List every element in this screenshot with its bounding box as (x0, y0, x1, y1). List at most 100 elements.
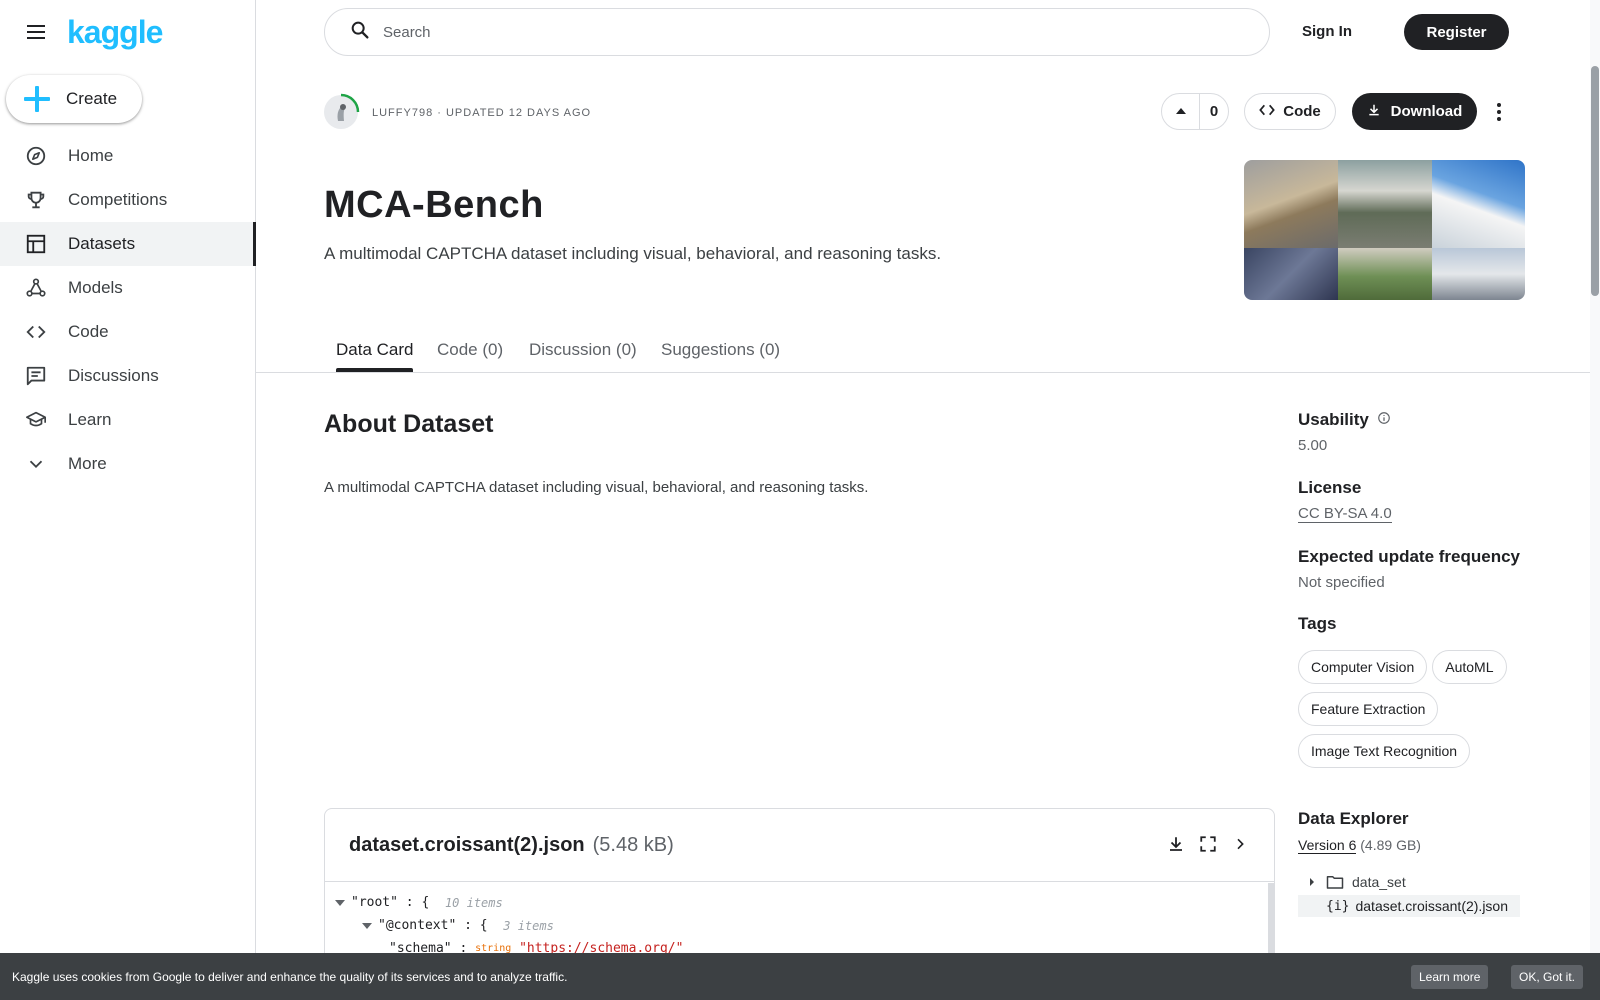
dataset-byline: LUFFY798 · UPDATED 12 DAYS AGO (372, 107, 592, 119)
menu-icon[interactable] (24, 20, 48, 44)
frequency-section: Expected update frequency Not specified (1298, 547, 1528, 591)
data-explorer-heading: Data Explorer (1298, 809, 1409, 828)
sidebar-item-discussions[interactable]: Discussions (0, 354, 256, 398)
file-size: (5.48 kB) (592, 833, 674, 856)
upvote-widget: 0 (1161, 93, 1229, 130)
active-tab-indicator (336, 368, 413, 372)
file-name: dataset.croissant(2).json (349, 833, 585, 856)
json-tree: "root" : { 10 items "@context" : { 3 ite… (335, 891, 683, 960)
table-icon (24, 232, 48, 256)
tab-suggestions[interactable]: Suggestions (0) (661, 340, 780, 360)
tab-bar: Data Card Code (0) Discussion (0) Sugges… (256, 330, 1590, 373)
sidebar-item-more[interactable]: More (0, 442, 256, 486)
kaggle-logo[interactable]: kaggle (67, 16, 163, 48)
file-viewer-actions (1166, 833, 1250, 855)
page-scrollbar[interactable] (1590, 0, 1600, 1000)
about-heading: About Dataset (324, 410, 494, 438)
folder-icon (1326, 874, 1344, 890)
code-icon (1259, 103, 1276, 121)
cookie-text: Kaggle uses cookies from Google to deliv… (12, 969, 568, 984)
sidebar-item-models[interactable]: Models (0, 266, 256, 310)
sidebar-item-competitions[interactable]: Competitions (0, 178, 256, 222)
sidebar-item-label: Discussions (68, 366, 159, 385)
search-input[interactable] (383, 23, 1183, 41)
download-button[interactable]: Download (1352, 93, 1477, 130)
sidebar-item-code[interactable]: Code (0, 310, 256, 354)
frequency-label: Expected update frequency (1298, 547, 1521, 566)
tag-chip[interactable]: Computer Vision (1298, 650, 1428, 684)
caret-down-icon[interactable] (335, 899, 345, 906)
tree-item-file[interactable]: {i} dataset.croissant(2).json (1298, 895, 1520, 917)
tab-data-card[interactable]: Data Card (336, 340, 413, 360)
tags-label: Tags (1298, 614, 1337, 633)
tree-item-folder[interactable]: data_set (1298, 871, 1520, 893)
compass-icon (24, 144, 48, 168)
search-icon (349, 19, 371, 46)
sidebar-item-learn[interactable]: Learn (0, 398, 256, 442)
usability-section: Usability 5.00 (1298, 410, 1528, 454)
file-viewer-header: dataset.croissant(2).json (5.48 kB) (325, 809, 1274, 882)
search-bar[interactable] (324, 8, 1270, 56)
caret-down-icon[interactable] (362, 922, 372, 929)
version-size: (4.89 GB) (1360, 837, 1421, 853)
brand: kaggle (24, 16, 163, 48)
page-scrollbar-thumb[interactable] (1591, 66, 1599, 296)
sidebar-item-datasets[interactable]: Datasets (0, 222, 256, 266)
dataset-cover-image (1244, 160, 1525, 300)
tab-code[interactable]: Code (0) (437, 340, 503, 360)
license-link[interactable]: CC BY-SA 4.0 (1298, 505, 1392, 523)
code-button[interactable]: Code (1244, 93, 1336, 130)
code-button-label: Code (1283, 103, 1321, 120)
cookie-banner: Kaggle uses cookies from Google to deliv… (0, 953, 1600, 1000)
info-icon[interactable] (1377, 410, 1391, 430)
tab-discussion[interactable]: Discussion (0) (529, 340, 637, 360)
usability-value: 5.00 (1298, 437, 1328, 454)
create-label: Create (66, 89, 118, 108)
usability-label: Usability (1298, 410, 1369, 429)
models-icon (24, 276, 48, 300)
json-line[interactable]: "@context" : { 3 items (335, 914, 683, 937)
upvote-count: 0 (1209, 103, 1219, 120)
caret-right-icon[interactable] (1302, 877, 1322, 887)
learn-more-button[interactable]: Learn more (1411, 965, 1489, 989)
tag-chip[interactable]: Feature Extraction (1298, 692, 1439, 726)
json-line[interactable]: "root" : { 10 items (335, 891, 683, 914)
school-icon (24, 408, 48, 432)
more-options-icon[interactable] (1493, 97, 1505, 127)
tag-chip[interactable]: AutoML (1432, 650, 1507, 684)
about-body: A multimodal CAPTCHA dataset including v… (324, 479, 869, 496)
tag-chip[interactable]: Image Text Recognition (1298, 734, 1471, 768)
sidebar-item-label: More (68, 454, 107, 473)
version-link[interactable]: Version 6 (1298, 837, 1357, 854)
trophy-icon (24, 188, 48, 212)
download-icon[interactable] (1166, 833, 1186, 855)
json-icon: {i} (1326, 898, 1350, 914)
cookie-ok-button[interactable]: OK, Got it. (1511, 965, 1584, 989)
sidebar-item-label: Datasets (68, 234, 136, 253)
sidebar-item-label: Learn (68, 410, 112, 429)
comments-icon (24, 364, 48, 388)
tag-list: Computer Vision AutoML Feature Extraction I… (1298, 650, 1538, 776)
page-title: MCA-Bench (324, 184, 544, 226)
sidebar: kaggle Create Home Competitions Datasets (0, 0, 256, 1000)
sidebar-nav: Home Competitions Datasets Models Code D… (0, 134, 256, 486)
license-label: License (1298, 478, 1362, 497)
download-icon (1367, 103, 1381, 121)
chevron-right-icon[interactable] (1230, 833, 1250, 855)
sidebar-item-home[interactable]: Home (0, 134, 256, 178)
caret-up-icon (1175, 103, 1187, 121)
sidebar-item-label: Code (68, 322, 109, 341)
tree-item-label: dataset.croissant(2).json (1355, 898, 1509, 914)
data-explorer-version: Version 6 (4.89 GB) (1298, 837, 1421, 854)
tree-item-label: data_set (1352, 874, 1406, 890)
register-button[interactable]: Register (1404, 14, 1509, 50)
sign-in-button[interactable]: Sign In (1302, 16, 1352, 48)
progress-ring (340, 93, 360, 113)
fullscreen-icon[interactable] (1198, 833, 1218, 855)
create-button[interactable]: Create (6, 75, 142, 123)
tags-section: Tags (1298, 614, 1528, 634)
frequency-value: Not specified (1298, 574, 1385, 591)
sidebar-item-label: Models (68, 278, 123, 297)
upvote-button[interactable] (1162, 94, 1200, 129)
sidebar-item-label: Home (68, 146, 114, 165)
